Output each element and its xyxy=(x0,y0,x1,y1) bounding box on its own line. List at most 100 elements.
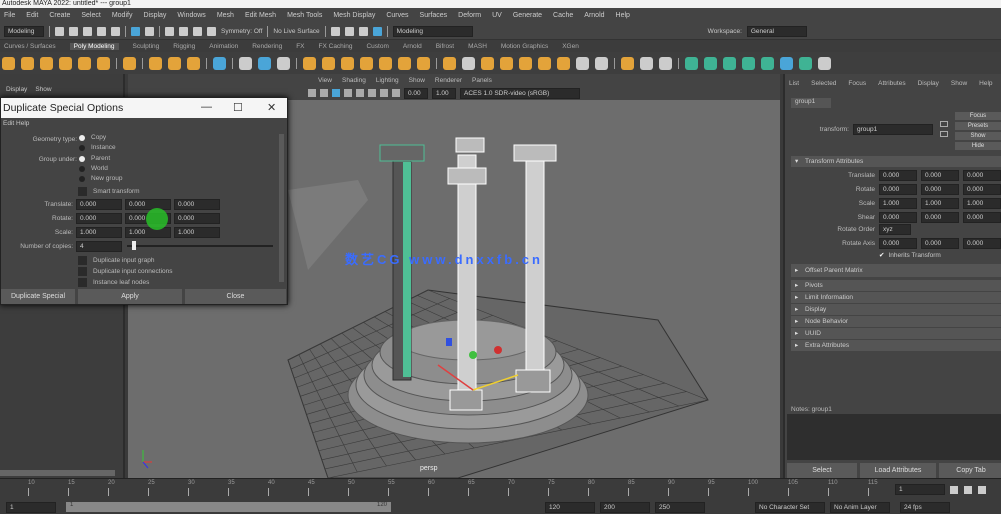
fps-dropdown[interactable]: 24 fps xyxy=(900,502,950,513)
menu-display[interactable]: Display xyxy=(143,12,166,19)
scale-x-field[interactable]: 1.000 xyxy=(76,227,122,238)
node-tab[interactable]: group1 xyxy=(791,98,831,108)
section-uuid[interactable]: UUID xyxy=(791,328,1001,339)
camera-icon[interactable] xyxy=(308,89,316,97)
mode-selector[interactable]: Modeling xyxy=(4,25,44,37)
attr-menu-list[interactable]: List xyxy=(789,80,799,87)
shelf-tool-icon[interactable] xyxy=(761,56,774,70)
section-display[interactable]: Display xyxy=(791,304,1001,315)
copies-slider-handle[interactable] xyxy=(132,241,136,250)
dialog-scrollbar[interactable] xyxy=(279,134,284,282)
shelf-tool-icon[interactable] xyxy=(40,56,53,70)
shelf-tab[interactable]: Arnold xyxy=(403,43,422,50)
scale-x-field[interactable]: 1.000 xyxy=(879,198,917,209)
menu-surfaces[interactable]: Surfaces xyxy=(420,12,448,19)
node-name-field[interactable]: group1 xyxy=(853,124,933,135)
shelf-tool-icon[interactable] xyxy=(780,56,793,70)
shelf-tool-icon[interactable] xyxy=(481,56,494,70)
shear-z-field[interactable]: 0.000 xyxy=(963,212,1001,223)
time-slider[interactable]: 10 15 20 25 30 35 40 45 50 55 60 65 70 75 80 85 90 95 100 1… xyxy=(0,478,1001,500)
copies-slider-track[interactable] xyxy=(127,245,273,247)
close-icon[interactable]: ✕ xyxy=(267,101,276,114)
attr-menu-attributes[interactable]: Attributes xyxy=(878,80,905,87)
menu-mesh-tools[interactable]: Mesh Tools xyxy=(287,12,322,19)
shear-x-field[interactable]: 0.000 xyxy=(879,212,917,223)
viewport-menu-shading[interactable]: Shading xyxy=(342,77,366,84)
rotate-y-field[interactable]: 0.000 xyxy=(921,184,959,195)
shelf-tool-icon[interactable] xyxy=(303,56,316,70)
shelf-tool-icon[interactable] xyxy=(2,56,15,70)
select-by-hierarchy-icon[interactable] xyxy=(131,26,140,36)
shelf-tab[interactable]: MASH xyxy=(468,43,487,50)
shelf-tool-icon[interactable] xyxy=(576,56,589,70)
attr-menu-help[interactable]: Help xyxy=(979,80,992,87)
viewport-menu-show[interactable]: Show xyxy=(409,77,425,84)
range-slider-bar[interactable]: 1 120 xyxy=(66,502,391,512)
workspace-selector[interactable]: General xyxy=(746,25,807,37)
scale-y-field[interactable]: 1.000 xyxy=(921,198,959,209)
shelf-tool-icon[interactable] xyxy=(659,56,672,70)
menu-cache[interactable]: Cache xyxy=(553,12,573,19)
shadows-icon[interactable] xyxy=(380,89,388,97)
hypershade-icon[interactable] xyxy=(372,26,382,36)
gamma-field[interactable]: 1.00 xyxy=(432,87,456,99)
minimize-button[interactable]: — xyxy=(201,101,212,113)
shelf-tool-icon[interactable] xyxy=(258,56,271,70)
snap-curve-icon[interactable] xyxy=(179,26,188,36)
menu-select[interactable]: Select xyxy=(81,12,100,19)
rotate-order-dropdown[interactable]: xyz xyxy=(879,224,911,235)
shelf-tool-icon[interactable] xyxy=(557,56,570,70)
rotate-axis-y[interactable]: 0.000 xyxy=(921,238,959,249)
translate-x-field[interactable]: 0.000 xyxy=(879,170,917,181)
close-button[interactable]: Close xyxy=(185,289,286,304)
transform-attributes-section[interactable]: Transform Attributes xyxy=(791,156,1001,167)
shelf-tool-icon[interactable] xyxy=(621,56,634,70)
menu-file[interactable]: File xyxy=(4,12,15,19)
shelf-tab[interactable]: Rigging xyxy=(173,43,195,50)
viewport-menu-view[interactable]: View xyxy=(318,77,332,84)
focus-icon[interactable] xyxy=(940,121,948,127)
translate-y-field[interactable]: 0.000 xyxy=(921,170,959,181)
shelf-tool-icon[interactable] xyxy=(685,56,698,70)
shelf-tool-icon[interactable] xyxy=(360,56,373,70)
shelf-tab[interactable]: Curves / Surfaces xyxy=(4,43,56,50)
shelf-tool-icon[interactable] xyxy=(97,56,110,70)
maximize-button[interactable]: ☐ xyxy=(233,101,243,114)
shelf-tool-icon[interactable] xyxy=(640,56,653,70)
shelf-tool-icon[interactable] xyxy=(417,56,430,70)
load-attributes-button[interactable]: Load Attributes xyxy=(860,463,936,478)
radio-copy[interactable] xyxy=(79,134,85,141)
shelf-tool-icon[interactable] xyxy=(239,56,252,70)
section-extra-attributes[interactable]: Extra Attributes xyxy=(791,340,1001,351)
wireframe-icon[interactable] xyxy=(332,89,340,97)
exposure-field[interactable]: 0.00 xyxy=(404,87,428,99)
attr-menu-display[interactable]: Display xyxy=(918,80,939,87)
anim-layer-dropdown[interactable]: No Anim Layer xyxy=(830,502,890,513)
section-pivots[interactable]: Pivots xyxy=(791,280,1001,291)
translate-x-field[interactable]: 0.000 xyxy=(76,199,122,210)
shelf-tool-icon[interactable] xyxy=(341,56,354,70)
snap-view-icon[interactable] xyxy=(207,26,216,36)
shelf-tool-icon[interactable] xyxy=(168,56,181,70)
presets-button[interactable]: Presets xyxy=(955,122,1001,130)
scale-y-field[interactable]: 1.000 xyxy=(125,227,171,238)
shelf-tab[interactable]: Poly Modeling xyxy=(69,42,119,50)
smooth-shade-icon[interactable] xyxy=(344,89,352,97)
shelf-tab[interactable]: Bifrost xyxy=(436,43,454,50)
save-scene-icon[interactable] xyxy=(83,26,92,36)
shelf-tab[interactable]: Motion Graphics xyxy=(501,43,548,50)
dialog-titlebar[interactable]: Duplicate Special Options — ☐ ✕ xyxy=(1,98,287,118)
menu-deform[interactable]: Deform xyxy=(458,12,481,19)
shelf-tab[interactable]: Custom xyxy=(366,43,388,50)
lighting-icon[interactable] xyxy=(368,89,376,97)
duplicate-special-button[interactable]: Duplicate Special xyxy=(1,289,75,304)
colorspace-dropdown[interactable]: ACES 1.0 SDR-video (sRGB) xyxy=(460,87,580,99)
radio-world[interactable] xyxy=(79,165,85,172)
inherits-transform-checkbox[interactable]: ✔ Inherits Transform xyxy=(879,251,941,260)
menu-uv[interactable]: UV xyxy=(492,12,502,19)
shelf-tool-icon[interactable] xyxy=(21,56,34,70)
viewport-menu-renderer[interactable]: Renderer xyxy=(435,77,462,84)
left-panel-scrollbar[interactable] xyxy=(0,470,115,476)
shelf-tool-icon[interactable] xyxy=(322,56,335,70)
new-scene-icon[interactable] xyxy=(55,26,64,36)
